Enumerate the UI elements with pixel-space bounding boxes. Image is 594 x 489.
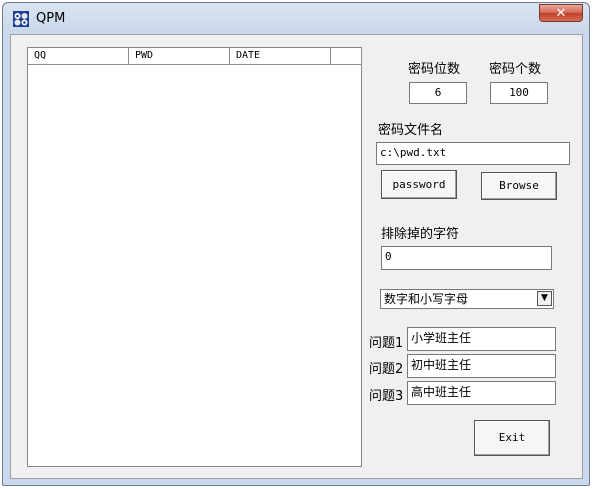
column-header-date[interactable]: DATE: [230, 48, 331, 65]
question3-input[interactable]: 高中班主任: [407, 381, 556, 405]
column-header-blank[interactable]: [331, 48, 362, 65]
question3-label: 问题3: [369, 389, 404, 404]
question2-input[interactable]: 初中班主任: [407, 354, 556, 378]
password-count-input[interactable]: 100: [490, 82, 548, 104]
charset-select[interactable]: 数字和小写字母 ▼: [380, 289, 554, 309]
close-icon: ✕: [555, 6, 567, 21]
question2-label: 问题2: [369, 362, 404, 377]
main-window: QPM ✕ QQ PWD DATE 密码位数 密码个数 6 100 密码文件名 …: [2, 2, 590, 486]
password-count-label: 密码个数: [489, 62, 542, 77]
password-length-label: 密码位数: [408, 62, 461, 77]
client-area: QQ PWD DATE 密码位数 密码个数 6 100 密码文件名 c:\pwd…: [10, 34, 583, 479]
password-file-input[interactable]: c:\pwd.txt: [376, 142, 570, 165]
app-icon: [13, 11, 29, 27]
close-button[interactable]: ✕: [539, 4, 583, 22]
title-bar[interactable]: QPM ✕: [3, 3, 589, 33]
window-title: QPM: [36, 11, 66, 26]
column-header-pwd[interactable]: PWD: [129, 48, 230, 65]
password-button[interactable]: password: [381, 170, 457, 199]
exit-button[interactable]: Exit: [474, 420, 550, 456]
dropdown-arrow-icon[interactable]: ▼: [537, 291, 552, 306]
charset-selected-value: 数字和小写字母: [384, 292, 469, 306]
browse-button[interactable]: Browse: [481, 172, 557, 200]
excluded-chars-label: 排除掉的字符: [381, 227, 460, 242]
list-header: QQ PWD DATE: [28, 48, 362, 65]
question1-label: 问题1: [369, 336, 404, 351]
results-list[interactable]: QQ PWD DATE: [27, 47, 362, 467]
column-header-qq[interactable]: QQ: [28, 48, 129, 65]
password-file-label: 密码文件名: [378, 123, 444, 138]
password-length-input[interactable]: 6: [409, 82, 467, 104]
question1-input[interactable]: 小学班主任: [407, 327, 556, 351]
excluded-chars-input[interactable]: 0: [381, 246, 552, 270]
